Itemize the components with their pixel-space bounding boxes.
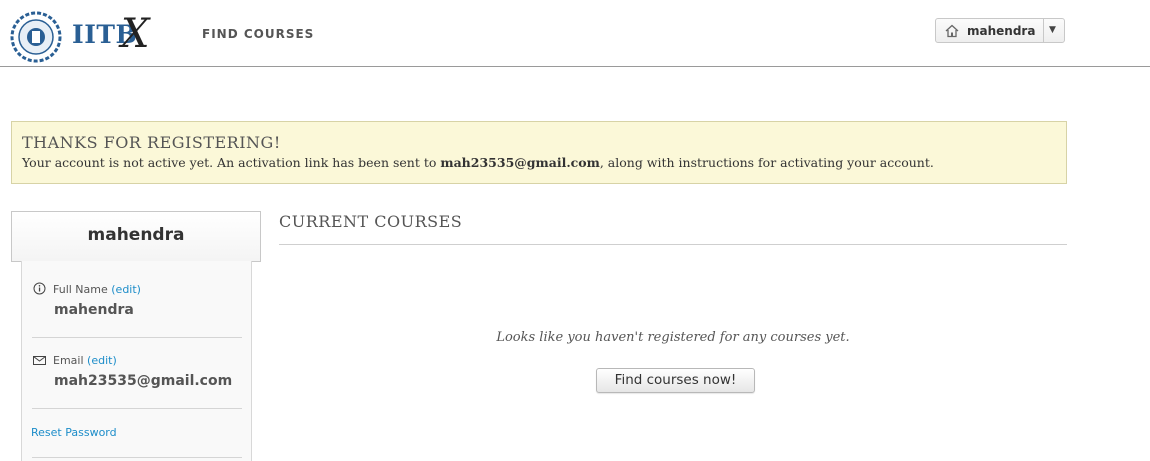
find-courses-button[interactable]: Find courses now! — [596, 368, 755, 393]
home-icon — [945, 24, 959, 38]
full-name-value: mahendra — [54, 302, 134, 318]
full-name-label-text: Full Name — [53, 283, 108, 296]
iitb-seal-icon — [10, 11, 62, 63]
user-menu[interactable]: mahendra ▼ — [935, 18, 1065, 43]
profile-details: Full Name (edit) mahendra Email (edit) m… — [21, 261, 252, 461]
user-menu-username[interactable]: mahendra — [967, 24, 1035, 38]
banner-message-tail: , along with instructions for activating… — [599, 155, 934, 170]
reset-password-link[interactable]: Reset Password — [31, 426, 117, 439]
email-label: Email (edit) — [53, 354, 117, 367]
banner-email: mah23535@gmail.com — [440, 155, 600, 170]
info-icon — [33, 282, 46, 295]
email-label-text: Email — [53, 354, 84, 367]
banner-title: THANKS FOR REGISTERING! — [22, 133, 281, 152]
empty-courses-message: Looks like you haven't registered for an… — [496, 330, 850, 345]
user-menu-divider — [1043, 19, 1044, 42]
registration-banner: THANKS FOR REGISTERING! Your account is … — [11, 121, 1067, 184]
logo-x: X — [121, 11, 150, 57]
iitbx-logo[interactable]: IITB X — [10, 11, 155, 63]
profile-divider — [32, 337, 242, 338]
nav-find-courses[interactable]: FIND COURSES — [202, 27, 314, 41]
email-value: mah23535@gmail.com — [54, 373, 233, 389]
dropdown-caret-icon[interactable]: ▼ — [1049, 25, 1056, 35]
courses-divider — [279, 244, 1067, 245]
edit-full-name-link[interactable]: (edit) — [111, 283, 141, 296]
profile-header: mahendra — [11, 211, 261, 262]
site-header: IITB X FIND COURSES mahendra ▼ — [0, 0, 1150, 67]
profile-username: mahendra — [87, 225, 185, 245]
full-name-label: Full Name (edit) — [53, 283, 141, 296]
banner-message: Your account is not active yet. An activ… — [22, 155, 934, 170]
envelope-icon — [33, 356, 46, 365]
edit-email-link[interactable]: (edit) — [87, 354, 117, 367]
banner-message-text: Your account is not active yet. An activ… — [22, 155, 441, 170]
current-courses-title: CURRENT COURSES — [279, 212, 463, 231]
profile-divider — [32, 408, 242, 409]
